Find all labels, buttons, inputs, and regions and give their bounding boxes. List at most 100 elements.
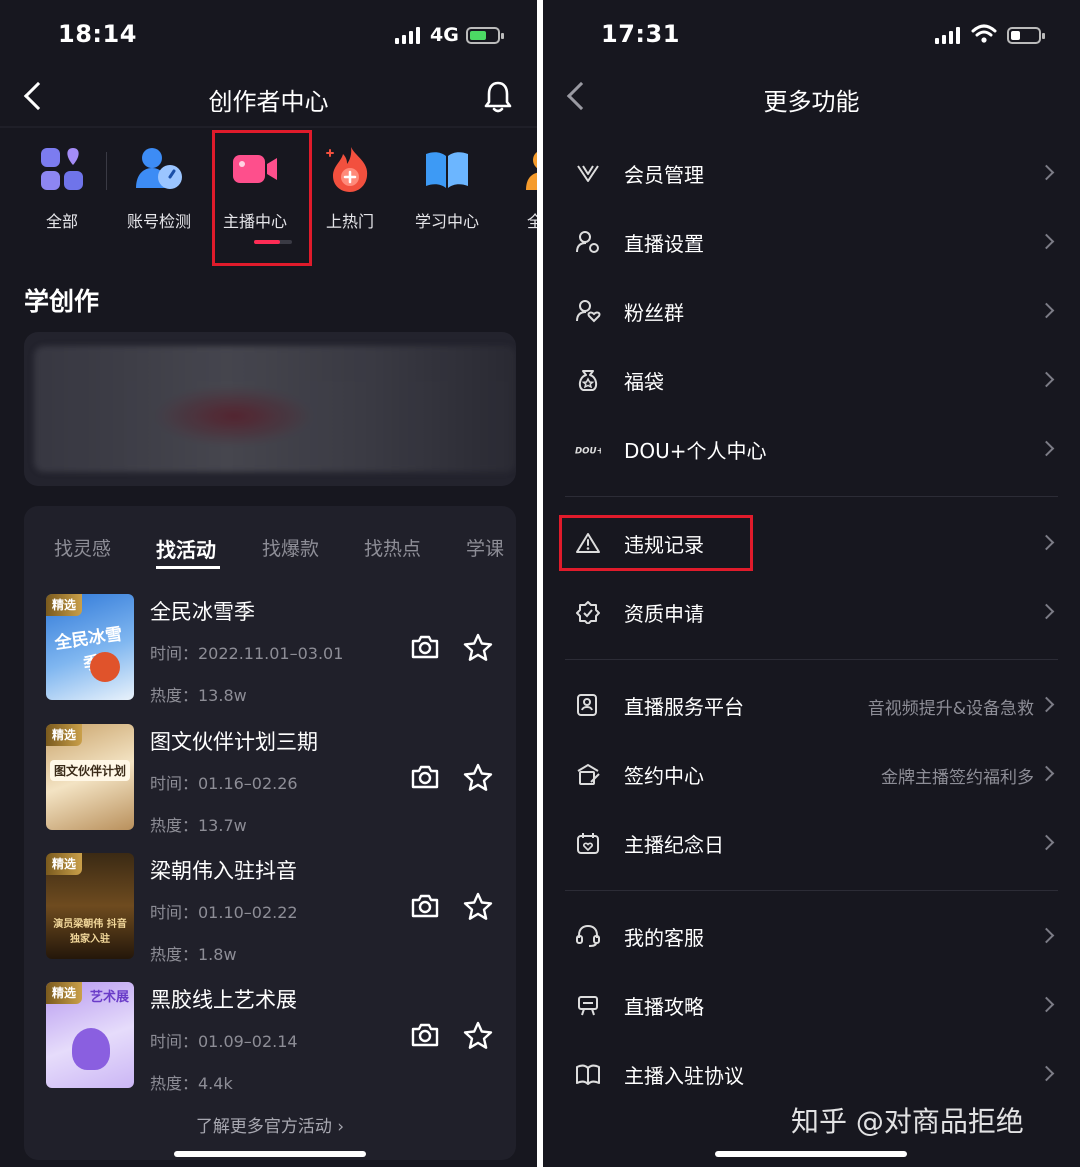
activity-heat: 热度：1.8w	[150, 945, 237, 964]
battery-icon	[1007, 27, 1045, 44]
menu-subtitle: 金牌主播签约福利多	[881, 768, 1034, 788]
flame-plus-icon	[326, 147, 368, 192]
camera-icon[interactable]	[410, 893, 440, 919]
more-activities-link[interactable]: 了解更多官方活动 ›	[24, 1112, 516, 1137]
menu-item-dou-plus[interactable]: DOU+ DOU+个人中心	[543, 419, 1080, 479]
menu-label: 直播服务平台	[624, 695, 744, 719]
tab-hits[interactable]: 找爆款	[262, 534, 319, 561]
guide-icon	[578, 996, 598, 1016]
home-indicator[interactable]	[715, 1151, 907, 1157]
status-time: 17:31	[601, 20, 680, 48]
activity-time: 时间：01.16–02.26	[150, 774, 298, 793]
group-divider	[565, 659, 1058, 660]
star-icon[interactable]	[462, 762, 494, 794]
thumbnail-text: 图文伙伴计划	[50, 760, 130, 781]
category-trending[interactable]: 上热门	[302, 144, 398, 232]
person-icon	[526, 152, 537, 190]
chevron-right-icon	[1038, 302, 1055, 319]
activity-time: 时间：01.10–02.22	[150, 903, 298, 922]
menu-item-sign-center[interactable]: 签约中心 金牌主播签约福利多	[543, 744, 1080, 804]
activity-item[interactable]: 图文伙伴计划 精选 图文伙伴计划三期 时间：01.16–02.26 热度：13.…	[46, 724, 496, 835]
account-check-icon	[136, 148, 182, 189]
menu-item-customer-service[interactable]: 我的客服	[543, 906, 1080, 966]
grid-icon	[41, 148, 83, 190]
featured-badge: 精选	[46, 724, 83, 746]
featured-badge: 精选	[46, 853, 83, 875]
menu-item-anniversary[interactable]: 主播纪念日	[543, 813, 1080, 873]
menu-label: 我的客服	[624, 926, 704, 950]
tab-hotspots[interactable]: 找热点	[364, 534, 421, 561]
status-time: 18:14	[58, 20, 137, 48]
home-indicator[interactable]	[174, 1151, 366, 1157]
chevron-right-icon	[1038, 765, 1055, 782]
creator-center-screen: 18:14 4G 创作者中心 全部 账号检测 主播中心 上热门 学习中心 全 学…	[0, 0, 537, 1167]
cellular-signal-icon	[395, 26, 420, 44]
page-title: 更多功能	[763, 88, 860, 116]
camera-icon[interactable]	[410, 634, 440, 660]
network-type: 4G	[430, 24, 459, 46]
menu-item-live-guide[interactable]: 直播攻略	[543, 975, 1080, 1035]
star-icon[interactable]	[462, 1020, 494, 1052]
category-label: 全民	[526, 212, 537, 231]
activity-heat: 热度：13.7w	[150, 816, 247, 835]
fans-group-icon	[576, 300, 601, 323]
menu-subtitle: 音视频提升&设备急救	[867, 699, 1034, 719]
tab-inspiration[interactable]: 找灵感	[54, 534, 111, 561]
nav-bar: 更多功能	[543, 70, 1080, 124]
chevron-right-icon	[1038, 996, 1055, 1013]
qualification-icon	[576, 601, 600, 624]
category-learning[interactable]: 学习中心	[399, 144, 495, 232]
menu-item-lucky-bag[interactable]: 福袋	[543, 350, 1080, 410]
category-label: 全部	[45, 212, 78, 231]
menu-item-vip[interactable]: 会员管理	[543, 143, 1080, 203]
chevron-right-icon	[1038, 603, 1055, 620]
star-icon[interactable]	[462, 632, 494, 664]
bell-icon[interactable]	[483, 80, 513, 114]
category-national[interactable]: 全民	[495, 144, 537, 232]
agreement-book-icon	[576, 1064, 600, 1085]
headset-icon	[576, 924, 600, 947]
tab-courses[interactable]: 学课	[466, 534, 504, 561]
activity-item[interactable]: 艺术展 精选 黑胶线上艺术展 时间：01.09–02.14 热度：4.4k	[46, 982, 496, 1093]
menu-label: 直播攻略	[624, 995, 704, 1019]
category-account-check[interactable]: 账号检测	[111, 144, 207, 232]
book-icon	[426, 152, 468, 188]
menu-item-fans-group[interactable]: 粉丝群	[543, 281, 1080, 341]
activity-title: 黑胶线上艺术展	[150, 988, 297, 1012]
activity-title: 梁朝伟入驻抖音	[150, 859, 297, 883]
activity-time: 时间：01.09–02.14	[150, 1032, 298, 1051]
highlight-box	[212, 130, 312, 266]
status-bar: 18:14 4G	[0, 18, 537, 54]
chevron-right-icon	[1038, 1065, 1055, 1082]
wifi-icon	[971, 24, 997, 43]
page-title: 创作者中心	[208, 88, 329, 116]
group-divider	[565, 496, 1058, 497]
camera-icon[interactable]	[410, 764, 440, 790]
more-functions-screen: 17:31 更多功能 会员管理 直播设置 粉丝群 福袋 DOU+ DOU+个人中…	[543, 0, 1080, 1167]
menu-label: 资质申请	[624, 602, 704, 626]
activity-thumbnail: 全民冰雪季 精选	[46, 594, 134, 700]
chevron-right-icon	[1038, 834, 1055, 851]
tab-activities[interactable]: 找活动	[156, 534, 216, 563]
category-separator	[106, 152, 107, 190]
menu-label: 签约中心	[624, 764, 704, 788]
menu-item-service-platform[interactable]: 直播服务平台 音视频提升&设备急救	[543, 675, 1080, 735]
chevron-right-icon	[1038, 371, 1055, 388]
menu-label: 主播入驻协议	[624, 1064, 744, 1088]
activity-thumbnail: 演员梁朝伟 抖音独家入驻 精选	[46, 853, 134, 959]
menu-item-qualification[interactable]: 资质申请	[543, 582, 1080, 642]
thumbnail-text: 演员梁朝伟 抖音独家入驻	[53, 919, 127, 945]
menu-label: 福袋	[624, 370, 664, 394]
calendar-heart-icon	[577, 833, 599, 854]
activity-thumbnail: 艺术展 精选	[46, 982, 134, 1088]
camera-icon[interactable]	[410, 1022, 440, 1048]
activity-item[interactable]: 全民冰雪季 精选 全民冰雪季 时间：2022.11.01–03.01 热度：13…	[46, 594, 496, 705]
menu-item-agreement[interactable]: 主播入驻协议	[543, 1044, 1080, 1104]
blurred-banner[interactable]	[24, 332, 516, 486]
activity-item[interactable]: 演员梁朝伟 抖音独家入驻 精选 梁朝伟入驻抖音 时间：01.10–02.22 热…	[46, 853, 496, 964]
star-icon[interactable]	[462, 891, 494, 923]
category-all[interactable]: 全部	[14, 144, 110, 232]
menu-label: 直播设置	[624, 232, 704, 256]
menu-label: 粉丝群	[624, 301, 684, 325]
menu-item-live-settings[interactable]: 直播设置	[543, 212, 1080, 272]
